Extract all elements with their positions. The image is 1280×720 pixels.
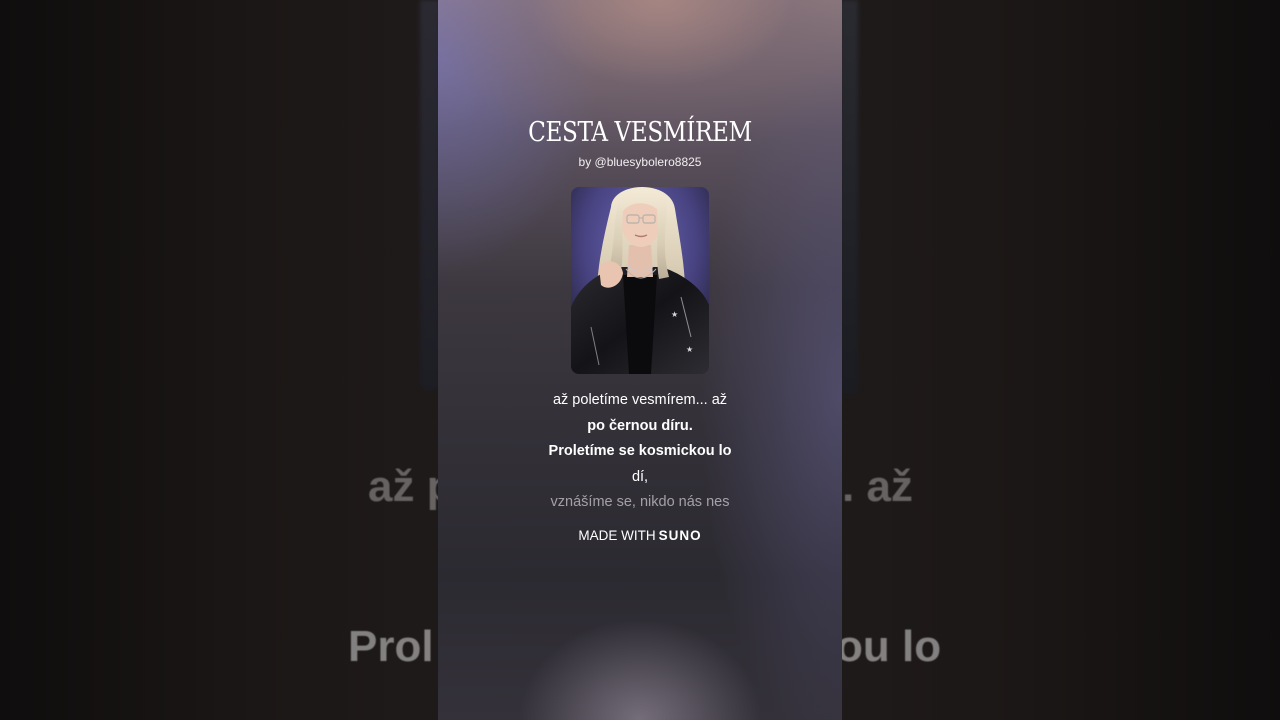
made-with-suno-credit: MADE WITH SUNO bbox=[438, 528, 842, 543]
cover-art: ★ ★ bbox=[571, 187, 709, 374]
lyric-line: až poletíme vesmírem... až bbox=[552, 392, 728, 408]
lyric-line: dí, bbox=[631, 468, 649, 485]
background-blur-edge-right bbox=[840, 0, 858, 395]
background-blur-edge-left bbox=[420, 0, 440, 390]
svg-text:★: ★ bbox=[686, 345, 693, 354]
video-frame: až p . až Prol ou lo CESTA VESMÍREM by @… bbox=[0, 0, 1280, 720]
lyrics-list: až poletíme vesmírem... až po černou dír… bbox=[438, 388, 842, 516]
svg-text:★: ★ bbox=[671, 310, 678, 319]
background-lyric-fragment: ou lo bbox=[836, 622, 942, 671]
suno-logo-text: SUNO bbox=[658, 528, 702, 543]
song-artist-byline: by @bluesybolero8825 bbox=[578, 155, 702, 169]
background-lyric-fragment: . až bbox=[842, 462, 913, 511]
lyric-video-panel: CESTA VESMÍREM by @bluesybolero8825 ★ ★ … bbox=[438, 0, 842, 720]
background-lyric-fragment: Prol bbox=[348, 622, 434, 671]
song-title: CESTA VESMÍREM bbox=[528, 117, 752, 148]
artist-portrait-image: ★ ★ bbox=[571, 187, 709, 374]
lyric-line-upcoming: vznášíme se, nikdo nás nes bbox=[550, 494, 730, 510]
lyric-line-current: po černou díru. bbox=[587, 417, 693, 434]
made-with-label: MADE WITH bbox=[578, 528, 656, 543]
lyric-line-current: Proletíme se kosmickou lo bbox=[548, 443, 732, 459]
